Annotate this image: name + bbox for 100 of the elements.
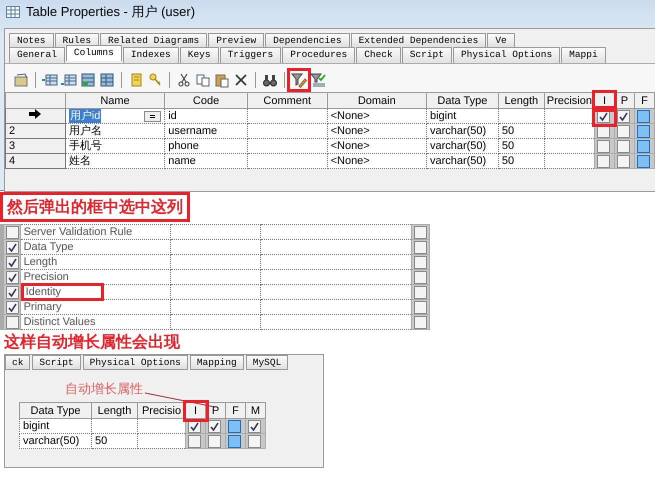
tab[interactable]: Dependencies [265,33,350,47]
properties-icon[interactable] [13,72,29,88]
checkbox[interactable] [414,316,427,328]
column-header[interactable]: Length [498,92,544,108]
row-header[interactable]: 4 [6,154,66,168]
tab[interactable]: Script [402,47,452,63]
list-item-label: Data Type [24,241,74,253]
column-header[interactable]: Precisio [138,402,186,418]
funnel-check-icon[interactable] [310,72,326,88]
row-header[interactable]: 2 [6,124,66,138]
list-item-label: Identity [24,286,102,298]
checkbox[interactable] [6,300,19,314]
table-cell: varchar(50) [430,155,486,167]
checkbox[interactable] [6,270,19,284]
checkbox[interactable] [208,420,221,432]
row-number: 4 [9,155,16,167]
checkbox[interactable] [616,124,630,138]
tab[interactable]: Notes [9,33,54,47]
paste-icon[interactable] [214,72,230,88]
table-cell: 50 [95,435,108,447]
checkbox[interactable] [188,434,201,448]
checkbox[interactable] [6,256,19,268]
checkbox[interactable] [248,420,261,432]
checkbox[interactable] [414,300,427,314]
checkbox[interactable] [616,154,630,168]
column-header[interactable]: Precision [544,92,594,108]
table-cell: bigint [430,110,456,122]
tab[interactable]: Ve [487,33,515,47]
checkbox[interactable] [6,286,19,298]
column-header[interactable]: Data Type [426,92,498,108]
list-item-label: Server Validation Rule [24,226,132,238]
checkbox[interactable] [414,256,427,268]
table-cell: 50 [502,155,514,167]
tab[interactable]: Script [32,355,81,370]
insert-row-icon[interactable] [42,72,58,88]
checkbox[interactable] [228,434,241,448]
tab[interactable]: Physical Options [452,47,560,63]
column-header[interactable]: F [226,402,246,418]
copy-icon[interactable] [195,72,211,88]
table-cell: 用户名 [68,125,102,137]
column-header[interactable]: M [246,402,266,418]
checkbox[interactable] [414,286,427,298]
key-icon[interactable] [147,72,163,88]
checkbox[interactable] [414,270,427,284]
tab[interactable]: MySQL [246,355,288,370]
checkbox[interactable] [208,434,221,448]
checkbox[interactable] [6,226,19,238]
column-header[interactable]: Name [65,92,165,108]
cross-icon[interactable] [233,72,249,88]
row-header[interactable]: 3 [6,138,66,154]
tab[interactable]: Triggers [220,47,282,63]
column-header[interactable]: Domain [327,92,426,108]
caption: 这样自动增长属性会出现 [3,331,181,353]
checkbox[interactable] [248,434,261,448]
tab[interactable]: ck [5,355,30,370]
checkbox[interactable] [616,110,630,122]
add-row-icon[interactable] [61,72,77,88]
table-cell: 手机号 [68,140,102,152]
tab[interactable]: Mapping [190,355,244,370]
row-header[interactable] [6,108,66,124]
table-cell: 50 [502,125,514,137]
table-cell: <None> [330,140,370,152]
tab[interactable]: Keys [180,47,219,63]
column-header[interactable]: F [634,92,654,108]
column-header[interactable]: Comment [247,92,328,108]
tab[interactable]: Extended Dependencies [350,33,486,47]
checkbox[interactable] [597,140,610,152]
column-header[interactable]: Data Type [20,402,92,418]
checkbox[interactable] [597,154,610,168]
column-header[interactable]: Length [92,402,138,418]
checkbox[interactable] [636,140,650,152]
checkbox[interactable] [616,140,630,152]
column-header[interactable]: Code [164,92,248,108]
tab[interactable]: Procedures [282,47,356,63]
binoculars-icon[interactable] [262,72,278,88]
checkbox[interactable] [636,110,650,122]
table-icon[interactable] [99,72,115,88]
checkbox[interactable] [636,124,650,138]
checkbox[interactable] [228,420,241,432]
tab[interactable]: Columns [66,45,122,61]
tab[interactable]: General [9,47,65,63]
checkbox[interactable] [6,316,19,328]
tab[interactable]: Physical Options [82,355,188,370]
tab[interactable]: Preview [208,33,264,47]
tab[interactable]: Related Diagrams [100,33,208,47]
table-cell: varchar(50) [430,125,486,137]
callout-label: 自动增长属性 [65,381,143,398]
equals-button[interactable] [144,110,162,122]
scissors-icon[interactable] [176,72,192,88]
tab[interactable]: Indexes [122,47,179,63]
checkbox[interactable] [6,240,19,254]
checkbox[interactable] [414,226,427,238]
tab[interactable]: Mappi [561,47,606,63]
table-cell[interactable]: 用户id [68,109,102,123]
list-item-label: Length [24,256,58,268]
checkbox[interactable] [414,240,427,254]
tab[interactable]: Check [356,47,401,63]
add-table-icon[interactable] [80,72,96,88]
checkbox[interactable] [636,154,650,168]
row-pointer-icon [29,109,41,119]
